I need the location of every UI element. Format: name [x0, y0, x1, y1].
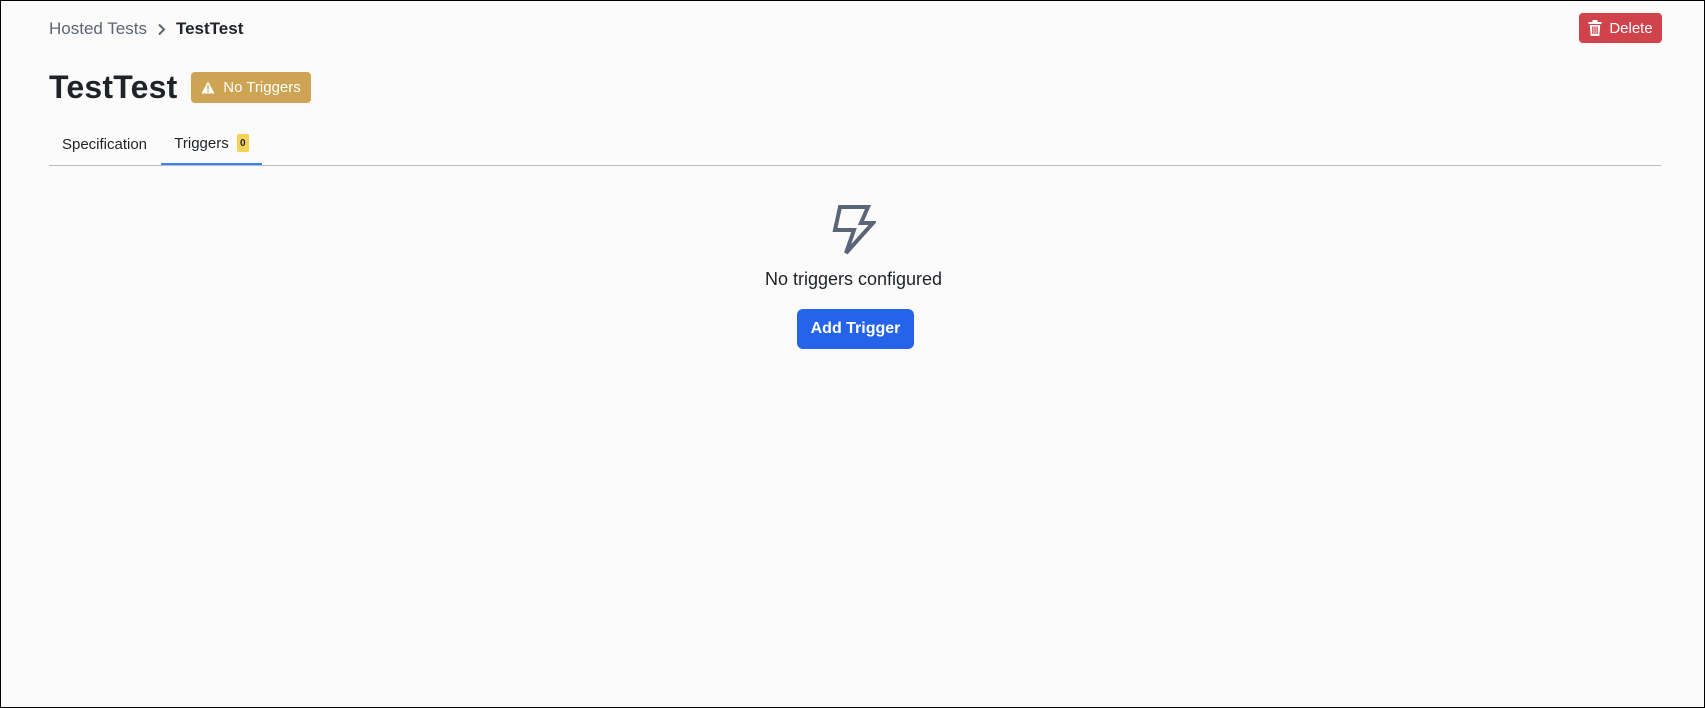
tab-specification-label: Specification: [61, 135, 148, 153]
trash-icon: [1588, 20, 1602, 36]
delete-button-label: Delete: [1609, 19, 1653, 37]
lightning-bolt-icon: [832, 204, 878, 256]
breadcrumb-current: TestTest: [175, 19, 244, 38]
breadcrumb: Hosted Tests TestTest: [49, 17, 243, 41]
trigger-count-badge: 0: [236, 134, 249, 152]
tab-triggers-label: Triggers: [174, 134, 229, 152]
warning-icon: [201, 81, 215, 94]
status-badge-label: No Triggers: [223, 79, 301, 96]
tab-bar: Specification Triggers 0: [49, 123, 1661, 166]
page-title: TestTest: [49, 69, 178, 105]
add-trigger-button[interactable]: Add Trigger: [797, 309, 914, 349]
page: Hosted Tests TestTest Delete TestTest No…: [0, 0, 1705, 708]
add-trigger-button-label: Add Trigger: [810, 320, 901, 337]
chevron-right-icon: [157, 23, 166, 36]
breadcrumb-hosted-tests-link[interactable]: Hosted Tests: [49, 19, 147, 39]
status-badge: No Triggers: [191, 72, 311, 103]
tab-triggers[interactable]: Triggers 0: [161, 123, 262, 165]
delete-button[interactable]: Delete: [1579, 13, 1662, 43]
tab-specification[interactable]: Specification: [49, 123, 160, 165]
empty-state-message: No triggers configured: [764, 269, 943, 289]
